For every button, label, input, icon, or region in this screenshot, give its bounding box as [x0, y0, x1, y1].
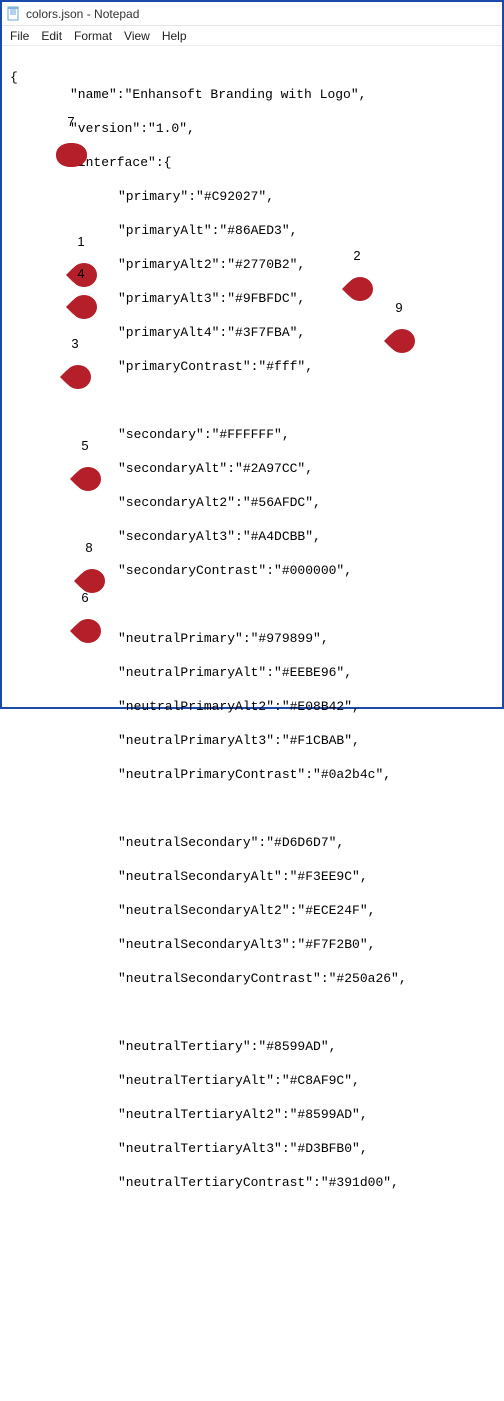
code-line: "neutralSecondaryAlt3":"#F7F2B0", — [10, 936, 494, 953]
titlebar: colors.json - Notepad — [2, 2, 502, 26]
code-line: "neutralPrimaryAlt3":"#F1CBAB", — [10, 732, 494, 749]
code-line: "neutralTertiaryAlt":"#C8AF9C", — [10, 1072, 494, 1089]
code-line: "neutralSecondaryAlt2":"#ECE24F", — [10, 902, 494, 919]
code-line: "neutralSecondary":"#D6D6D7", — [10, 834, 494, 851]
code-line: "neutralSecondaryAlt":"#F3EE9C", — [10, 868, 494, 885]
code-line: "name":"Enhansoft Branding with Logo", — [10, 86, 494, 103]
window-title: colors.json - Notepad — [26, 7, 139, 21]
blank-line — [10, 596, 494, 613]
menu-view[interactable]: View — [124, 29, 150, 43]
menu-help[interactable]: Help — [162, 29, 187, 43]
code-line: "neutralPrimaryAlt2":"#E08B42", — [10, 698, 494, 715]
code-line: "primaryAlt":"#86AED3", — [10, 222, 494, 239]
code-line: "secondaryAlt3":"#A4DCBB", — [10, 528, 494, 545]
code-line: "neutralTertiary":"#8599AD", — [10, 1038, 494, 1055]
menu-edit[interactable]: Edit — [41, 29, 62, 43]
code-line: "version":"1.0", — [10, 120, 494, 137]
code-line: "primaryAlt3":"#9FBFDC", — [10, 290, 494, 307]
code-line: "secondaryAlt2":"#56AFDC", — [10, 494, 494, 511]
code-line: "neutralPrimaryAlt":"#EEBE96", — [10, 664, 494, 681]
code-line: "neutralSecondaryContrast":"#250a26", — [10, 970, 494, 987]
code-line: "neutralTertiaryAlt2":"#8599AD", — [10, 1106, 494, 1123]
code-line: "secondaryAlt":"#2A97CC", — [10, 460, 494, 477]
code-line: "primaryContrast":"#fff", — [10, 358, 494, 375]
blank-line — [10, 392, 494, 409]
code-line: "neutralTertiaryAlt3":"#D3BFB0", — [10, 1140, 494, 1157]
text-editor[interactable]: { "name":"Enhansoft Branding with Logo",… — [2, 46, 502, 1401]
menu-file[interactable]: File — [10, 29, 29, 43]
code-line: "secondary":"#FFFFFF", — [10, 426, 494, 443]
code-line: "primaryAlt4":"#3F7FBA", — [10, 324, 494, 341]
code-line: "neutralPrimary":"#979899", — [10, 630, 494, 647]
code-line: "interface":{ — [10, 154, 494, 171]
code-line: "neutralPrimaryContrast":"#0a2b4c", — [10, 766, 494, 783]
code-line: "primary":"#C92027", — [10, 188, 494, 205]
code-line: "primaryAlt2":"#2770B2", — [10, 256, 494, 273]
code-line: { — [10, 70, 18, 85]
blank-line — [10, 800, 494, 817]
notepad-icon — [6, 6, 22, 22]
blank-line — [10, 1004, 494, 1021]
menu-format[interactable]: Format — [74, 29, 112, 43]
menubar: File Edit Format View Help — [2, 26, 502, 46]
code-line: "neutralTertiaryContrast":"#391d00", — [10, 1174, 494, 1191]
code-line: "secondaryContrast":"#000000", — [10, 562, 494, 579]
